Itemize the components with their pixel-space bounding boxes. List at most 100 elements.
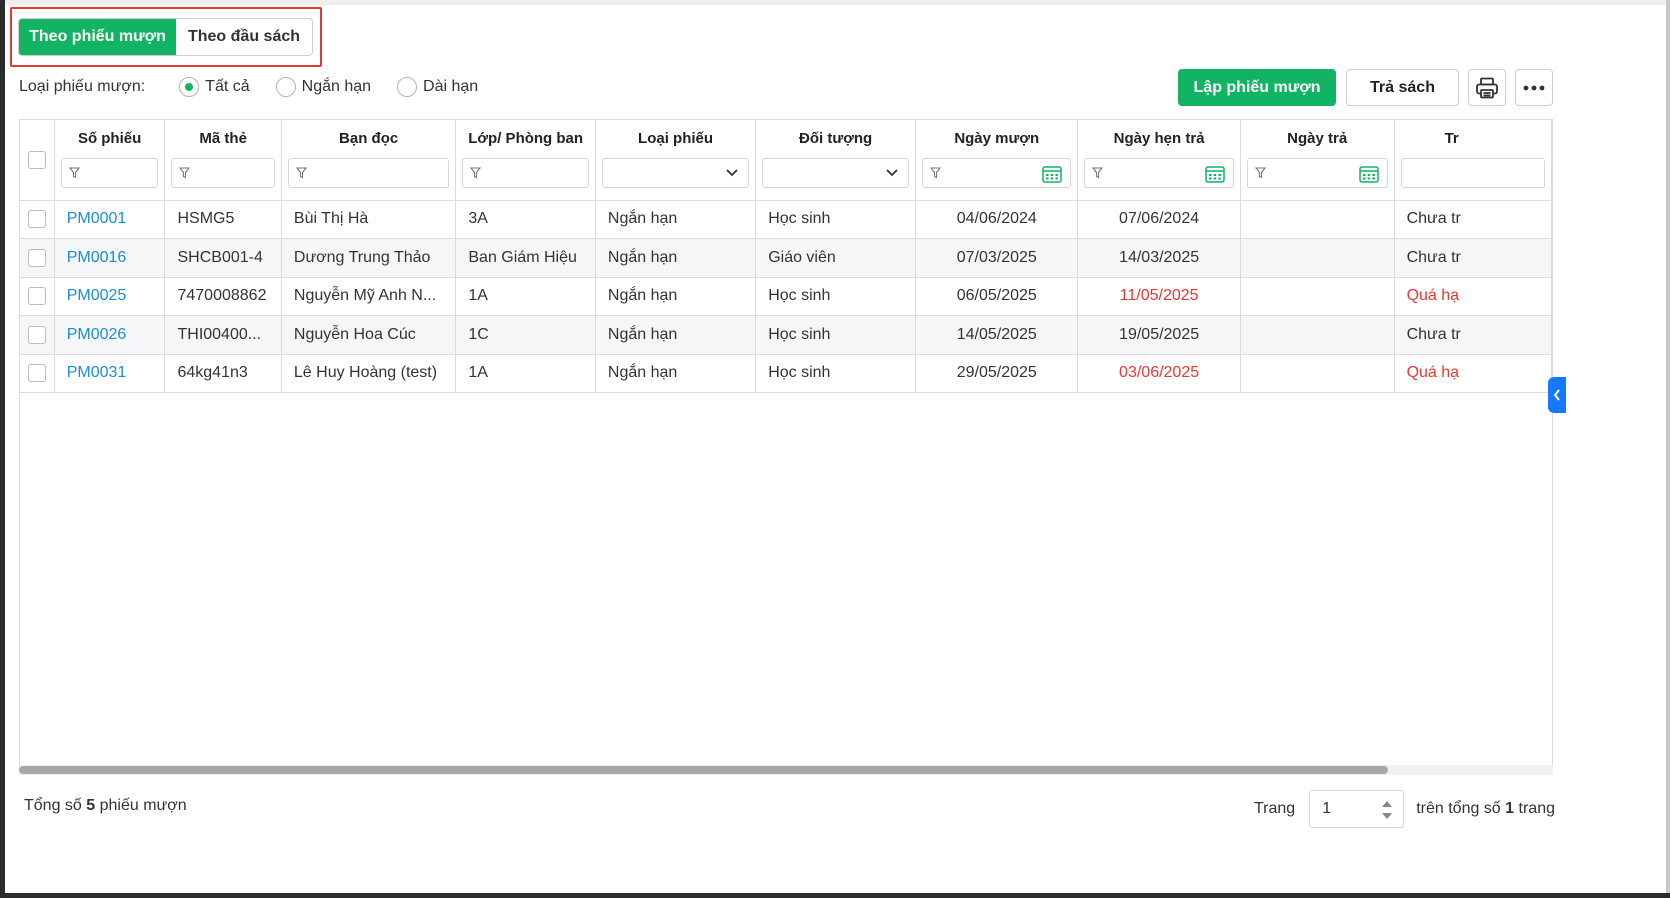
cell-ngay-hen-tra: 07/06/2024: [1077, 200, 1241, 239]
cell-doi-tuong: Học sinh: [755, 277, 917, 316]
col-header-label[interactable]: Mã thẻ: [165, 120, 280, 158]
cell-ngay-muon: 06/05/2025: [915, 277, 1079, 316]
cell-ban-doc: Dương Trung Thảo: [281, 238, 457, 278]
cell-so-phieu[interactable]: PM0031: [54, 354, 166, 393]
cell-so-phieu[interactable]: PM0025: [54, 277, 166, 316]
cell-lop: 3A: [455, 200, 596, 239]
spinner-arrows-icon[interactable]: [1381, 799, 1393, 821]
cell-ngay-muon: 29/05/2025: [915, 354, 1079, 393]
radio-checked-icon[interactable]: [179, 77, 200, 97]
scrollbar-thumb[interactable]: [19, 766, 1388, 774]
printer-icon: [1476, 77, 1498, 98]
select-all-checkbox[interactable]: [27, 150, 46, 169]
col-header-label[interactable]: Bạn đọc: [282, 120, 455, 158]
cell-ngay-tra: [1240, 354, 1395, 393]
cell-ngay-tra: [1240, 200, 1395, 239]
table-row[interactable]: PM0026 THI00400... Nguyễn Hoa Cúc 1C Ngắn hạ…: [20, 315, 1552, 355]
radio-short-term[interactable]: Ngắn hạn: [275, 77, 371, 97]
cell-trang-thai: Chưa tr: [1394, 238, 1552, 278]
ma-the-filter-input[interactable]: [171, 158, 275, 188]
horizontal-scrollbar[interactable]: [19, 765, 1553, 775]
page-label: Trang: [1254, 800, 1296, 817]
calendar-icon[interactable]: [1042, 165, 1063, 183]
radio-unchecked-icon[interactable]: [397, 77, 418, 97]
col-header-label[interactable]: Loại phiếu: [596, 120, 755, 158]
left-window-edge: [0, 0, 5, 898]
col-header-label[interactable]: Lớp/ Phòng ban: [456, 120, 594, 158]
side-panel-toggle[interactable]: [1548, 377, 1566, 413]
col-loai-phieu: Loại phiếu: [595, 120, 757, 201]
more-options-button[interactable]: [1515, 69, 1553, 106]
print-button[interactable]: [1468, 69, 1506, 106]
total-count: 5: [86, 797, 96, 814]
tab-theo-dau-sach[interactable]: Theo đầu sách: [176, 19, 312, 55]
filter-icon: [179, 167, 191, 179]
cell-doi-tuong: Học sinh: [755, 315, 917, 355]
col-header-label[interactable]: Ngày trả: [1241, 120, 1393, 158]
cell-lop: 1C: [455, 315, 596, 355]
row-checkbox[interactable]: [27, 364, 46, 383]
cell-so-phieu[interactable]: PM0001: [54, 200, 166, 239]
cell-so-phieu[interactable]: PM0026: [54, 315, 166, 355]
ngay-hen-tra-filter-input[interactable]: [1084, 158, 1234, 188]
filter-icon: [1092, 167, 1104, 179]
table-header-row: Số phiếu Mã thẻ Bạn đọc Lớp/ Phòng ban L…: [20, 120, 1552, 201]
cell-ban-doc: Bùi Thị Hà: [281, 200, 457, 239]
row-checkbox[interactable]: [27, 287, 46, 306]
doi-tuong-filter-select[interactable]: [762, 158, 910, 188]
lop-filter-input[interactable]: [462, 158, 589, 188]
col-ngay-tra: Ngày trả: [1240, 120, 1395, 201]
col-header-label[interactable]: Tr: [1395, 120, 1551, 158]
cell-ngay-muon: 14/05/2025: [915, 315, 1079, 355]
calendar-icon[interactable]: [1205, 165, 1225, 183]
table-row[interactable]: PM0031 64kg41n3 Lê Huy Hoàng (test) 1A Ngắn …: [20, 354, 1552, 393]
ngay-tra-filter-input[interactable]: [1246, 158, 1388, 188]
ngay-muon-filter-input[interactable]: [922, 158, 1072, 188]
cell-loai: Ngắn hạn: [595, 238, 757, 278]
col-header-label[interactable]: Đối tượng: [756, 120, 914, 158]
col-header-label[interactable]: Số phiếu: [55, 120, 164, 158]
loai-phieu-filter-select[interactable]: [601, 158, 750, 188]
table-row[interactable]: PM0025 7470008862 Nguyễn Mỹ Anh N... 1A Ngắn…: [20, 277, 1552, 316]
return-books-button[interactable]: Trả sách: [1346, 69, 1459, 106]
view-tabs: Theo phiếu mượn Theo đầu sách: [18, 18, 313, 56]
row-checkbox[interactable]: [27, 248, 46, 267]
loan-type-filter: Loại phiếu mượn: Tất cả Ngắn hạn Dài hạn: [19, 74, 504, 100]
row-select-cell: [20, 354, 55, 393]
tab-theo-phieu-muon[interactable]: Theo phiếu mượn: [19, 19, 176, 55]
cell-lop: Ban Giám Hiệu: [455, 238, 596, 278]
trang-thai-filter-input[interactable]: [1400, 158, 1545, 188]
cell-ngay-muon: 07/03/2025: [915, 238, 1079, 278]
cell-ngay-hen-tra: 19/05/2025: [1077, 315, 1241, 355]
cell-loai: Ngắn hạn: [595, 200, 757, 239]
filter-icon: [1254, 167, 1266, 179]
page-total-prefix: trên tổng số: [1416, 800, 1501, 817]
cell-so-phieu[interactable]: PM0016: [54, 238, 166, 278]
row-checkbox[interactable]: [27, 325, 46, 344]
cell-ngay-hen-tra: 11/05/2025: [1077, 277, 1241, 316]
so-phieu-filter-input[interactable]: [60, 158, 159, 188]
create-loan-button[interactable]: Lập phiếu mượn: [1178, 69, 1336, 106]
col-ban-doc: Bạn đọc: [281, 120, 457, 201]
loan-type-label: Loại phiếu mượn:: [19, 78, 146, 95]
page-number-input[interactable]: 1: [1309, 790, 1405, 828]
cell-ma-the: THI00400...: [164, 315, 282, 355]
col-header-label[interactable]: Ngày hẹn trả: [1078, 120, 1239, 158]
total-suffix: phiếu mượn: [99, 797, 187, 814]
radio-all-label: Tất cả: [205, 78, 250, 95]
ban-doc-filter-input[interactable]: [287, 158, 450, 188]
chevron-left-icon: [1553, 389, 1560, 401]
radio-long-term[interactable]: Dài hạn: [397, 77, 478, 97]
chevron-down-icon: [726, 169, 738, 177]
calendar-icon[interactable]: [1358, 165, 1379, 183]
total-summary: Tổng số 5 phiếu mượn: [24, 797, 187, 815]
cell-trang-thai: Quá hạ: [1394, 354, 1552, 393]
radio-all[interactable]: Tất cả: [179, 77, 250, 97]
row-checkbox[interactable]: [27, 210, 46, 229]
col-trang-thai: Tr: [1394, 120, 1552, 201]
col-header-label[interactable]: Ngày mượn: [916, 120, 1077, 158]
cell-doi-tuong: Học sinh: [755, 354, 917, 393]
table-row[interactable]: PM0001 HSMG5 Bùi Thị Hà 3A Ngắn hạn Học sinh 0…: [20, 200, 1552, 239]
table-row[interactable]: PM0016 SHCB001-4 Dương Trung Thảo Ban Giám …: [20, 238, 1552, 278]
radio-unchecked-icon[interactable]: [275, 77, 296, 97]
